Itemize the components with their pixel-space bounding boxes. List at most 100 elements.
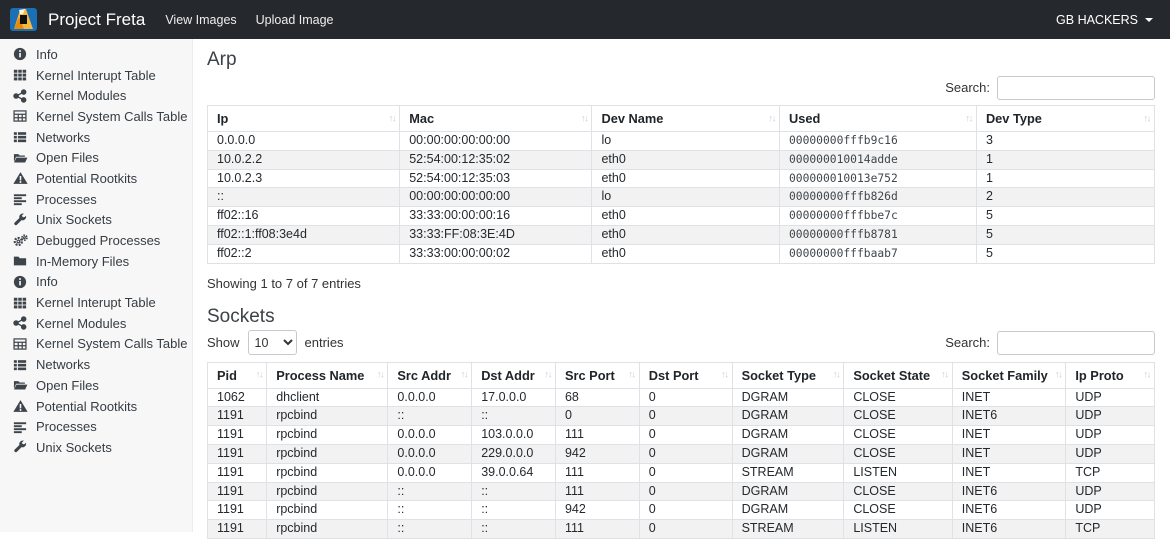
socket-cell-socket-family: INET6: [952, 501, 1066, 520]
socket-cell-process-name: rpcbind: [267, 444, 388, 463]
arp-column-header[interactable]: Ip: [208, 106, 400, 132]
sockets-table-header-row: Pid Process Name Src Addr Dst Addr: [208, 362, 1155, 388]
sort-icon: [1144, 370, 1151, 381]
socket-cell-process-name: rpcbind: [267, 501, 388, 520]
arp-search-input[interactable]: [997, 76, 1155, 100]
sockets-table-row: 1062 dhclient 0.0.0.0 17.0.0.0 68 0 DGRA…: [208, 388, 1155, 407]
arp-cell-used: 00000000fffb826d: [779, 188, 976, 207]
socket-cell-socket-type: STREAM: [732, 463, 844, 482]
arp-table-header-row: Ip Mac Dev Name Used: [208, 106, 1155, 132]
sidebar-item-icon: [13, 399, 29, 413]
sidebar-item-icon: [13, 109, 29, 123]
arp-cell-dev-name: lo: [592, 132, 780, 151]
arp-cell-dev-type: 3: [976, 132, 1154, 151]
sidebar-item[interactable]: Kernel Modules: [0, 313, 192, 334]
arp-table-row: ff02::16 33:33:00:00:00:16 eth0 00000000…: [208, 207, 1155, 226]
socket-cell-dst-port: 0: [639, 426, 732, 445]
socket-cell-dst-addr: ::: [472, 501, 556, 520]
sidebar-item[interactable]: Potential Rootkits: [0, 396, 192, 417]
sidebar-item[interactable]: Debugged Processes: [0, 230, 192, 251]
sidebar-item[interactable]: Processes: [0, 189, 192, 210]
sockets-column-header[interactable]: Process Name: [267, 362, 388, 388]
sockets-column-header[interactable]: Dst Addr: [472, 362, 556, 388]
sockets-column-header[interactable]: Ip Proto: [1066, 362, 1155, 388]
arp-column-header[interactable]: Used: [779, 106, 976, 132]
user-menu-dropdown[interactable]: GB HACKERS: [1056, 13, 1153, 27]
sidebar-item[interactable]: Info: [0, 272, 192, 293]
sidebar-item-label: Debugged Processes: [36, 233, 160, 248]
sidebar-item[interactable]: Kernel System Calls Table: [0, 334, 192, 355]
sidebar-item[interactable]: Kernel Interupt Table: [0, 65, 192, 86]
sort-icon: [544, 370, 551, 381]
socket-cell-socket-family: INET: [952, 463, 1066, 482]
sidebar-item[interactable]: Potential Rootkits: [0, 168, 192, 189]
socket-cell-src-addr: ::: [388, 520, 472, 539]
sidebar-item[interactable]: Unix Sockets: [0, 210, 192, 231]
arp-column-header[interactable]: Dev Type: [976, 106, 1154, 132]
sort-icon: [628, 370, 635, 381]
sidebar-item[interactable]: In-Memory Files: [0, 251, 192, 272]
page-size-select[interactable]: 10: [248, 330, 297, 355]
sidebar-item-icon: [13, 130, 29, 144]
main-content: Arp Search: Ip Mac: [193, 39, 1170, 532]
socket-cell-socket-state: CLOSE: [844, 388, 952, 407]
socket-cell-pid: 1191: [208, 407, 267, 426]
sockets-search-row: Search:: [945, 331, 1155, 355]
sidebar-item-label: Kernel System Calls Table: [36, 336, 188, 351]
nav-link[interactable]: Upload Image: [256, 13, 334, 27]
socket-cell-src-port: 942: [555, 501, 639, 520]
socket-cell-pid: 1191: [208, 482, 267, 501]
socket-cell-dst-port: 0: [639, 407, 732, 426]
sidebar-item[interactable]: Networks: [0, 354, 192, 375]
arp-cell-dev-name: eth0: [592, 150, 780, 169]
sockets-column-header[interactable]: Dst Port: [639, 362, 732, 388]
socket-cell-process-name: dhclient: [267, 388, 388, 407]
arp-table-row: 0.0.0.0 00:00:00:00:00:00 lo 00000000fff…: [208, 132, 1155, 151]
arp-cell-ip: ff02::1:ff08:3e4d: [208, 225, 400, 244]
sidebar-item-label: Open Files: [36, 150, 99, 165]
brand-link[interactable]: Project Freta: [48, 10, 145, 30]
arp-section: Arp Search: Ip Mac: [207, 49, 1155, 291]
sockets-column-header[interactable]: Socket Family: [952, 362, 1066, 388]
sidebar-item[interactable]: Processes: [0, 416, 192, 437]
sockets-table: Pid Process Name Src Addr Dst Addr: [207, 362, 1155, 539]
arp-cell-dev-type: 1: [976, 150, 1154, 169]
sort-icon: [965, 113, 972, 124]
sidebar-item[interactable]: Kernel Interupt Table: [0, 292, 192, 313]
arp-cell-ip: 10.0.2.2: [208, 150, 400, 169]
arp-column-header[interactable]: Dev Name: [592, 106, 780, 132]
arp-cell-dev-name: lo: [592, 188, 780, 207]
sidebar-item[interactable]: Kernel Modules: [0, 85, 192, 106]
arp-table-row: ff02::1:ff08:3e4d 33:33:FF:08:3E:4D eth0…: [208, 225, 1155, 244]
top-navbar: Project Freta View Images Upload Image GB…: [0, 0, 1170, 39]
socket-cell-socket-family: INET: [952, 426, 1066, 445]
nav-link[interactable]: View Images: [165, 13, 236, 27]
page-size-group: Show 10 entries: [207, 330, 344, 355]
sockets-search-input[interactable]: [997, 331, 1155, 355]
sockets-column-header[interactable]: Socket Type: [732, 362, 844, 388]
sidebar-item-label: Kernel Modules: [36, 88, 126, 103]
sockets-column-header[interactable]: Socket State: [844, 362, 952, 388]
socket-cell-socket-family: INET: [952, 444, 1066, 463]
sockets-column-header[interactable]: Pid: [208, 362, 267, 388]
arp-column-header[interactable]: Mac: [400, 106, 592, 132]
sidebar-item-label: Info: [36, 274, 58, 289]
socket-cell-socket-state: CLOSE: [844, 426, 952, 445]
sockets-column-header[interactable]: Src Addr: [388, 362, 472, 388]
socket-cell-dst-addr: 39.0.0.64: [472, 463, 556, 482]
sidebar-item-label: Potential Rootkits: [36, 171, 137, 186]
sidebar-item[interactable]: Kernel System Calls Table: [0, 106, 192, 127]
sidebar-item[interactable]: Networks: [0, 127, 192, 148]
navbar-links: View Images Upload Image: [165, 11, 352, 29]
sockets-column-header[interactable]: Src Port: [555, 362, 639, 388]
sidebar-item[interactable]: Info: [0, 44, 192, 65]
socket-cell-process-name: rpcbind: [267, 520, 388, 539]
sidebar-item[interactable]: Unix Sockets: [0, 437, 192, 458]
sockets-table-row: 1191 rpcbind :: :: 111 0 DGRAM CLOSE INE…: [208, 482, 1155, 501]
socket-cell-ip-proto: UDP: [1066, 444, 1155, 463]
socket-cell-ip-proto: TCP: [1066, 520, 1155, 539]
sidebar-item[interactable]: Open Files: [0, 147, 192, 168]
sort-icon: [377, 370, 384, 381]
sockets-search-label: Search:: [945, 335, 990, 350]
sidebar-item[interactable]: Open Files: [0, 375, 192, 396]
